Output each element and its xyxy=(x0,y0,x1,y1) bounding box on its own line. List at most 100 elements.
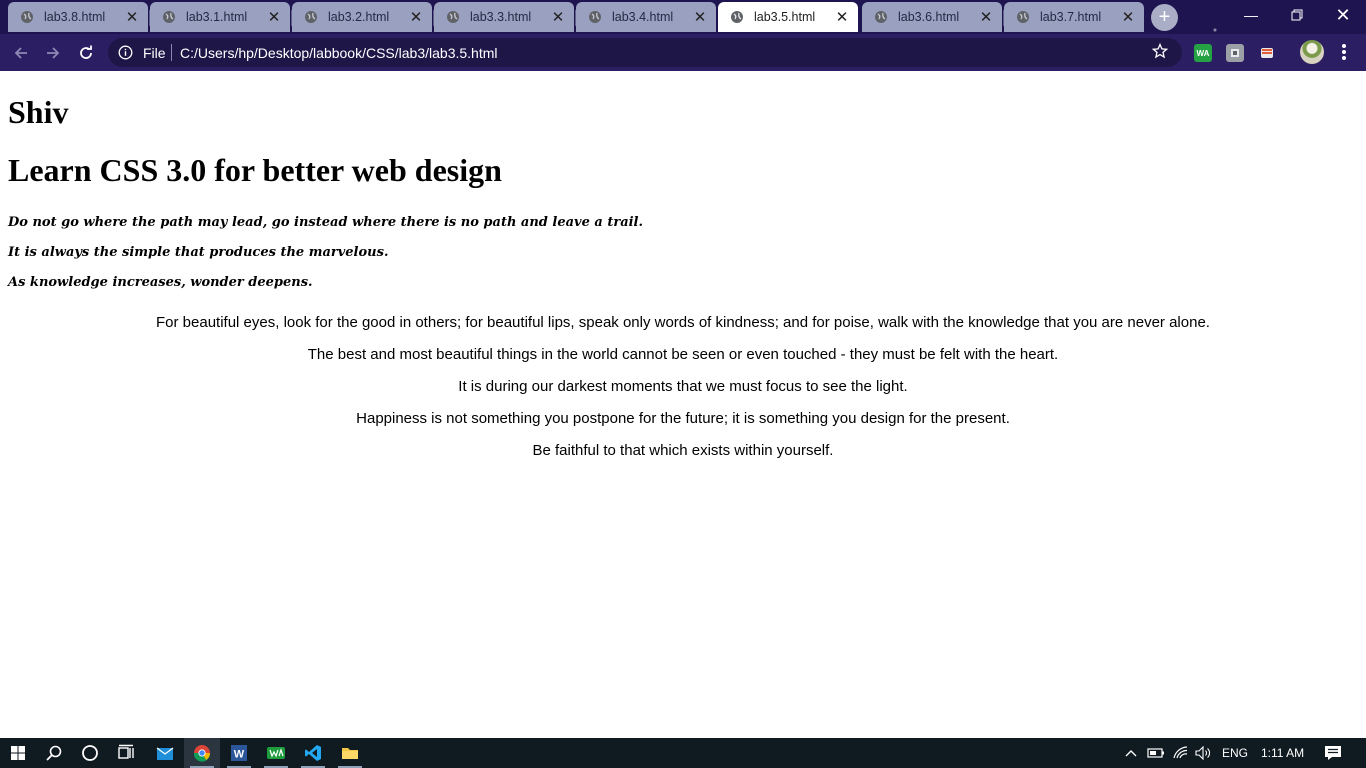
tab-lab3-6[interactable]: lab3.6.html ✕ xyxy=(862,2,1004,32)
url-text[interactable]: C:/Users/hp/Desktop/labbook/CSS/lab3/lab… xyxy=(180,45,498,61)
info-icon[interactable] xyxy=(118,45,133,65)
centered-quote: Be faithful to that which exists within … xyxy=(532,442,834,459)
battery-icon xyxy=(1147,748,1164,758)
windows-logo-icon xyxy=(11,746,25,760)
globe-icon xyxy=(446,10,460,24)
reload-icon xyxy=(80,45,92,59)
tab-label: lab3.1.html xyxy=(186,10,248,24)
menu-dot xyxy=(1342,50,1346,54)
tab-lab3-2[interactable]: lab3.2.html ✕ xyxy=(292,2,434,32)
tab-label: lab3.2.html xyxy=(328,10,390,24)
menu-dot xyxy=(1342,44,1346,48)
volume-button[interactable] xyxy=(1193,738,1215,768)
chrome-icon xyxy=(193,745,211,762)
page-title-heading: Learn CSS 3.0 for better web design xyxy=(8,152,502,188)
tab-lab3-4[interactable]: lab3.4.html ✕ xyxy=(576,2,716,32)
bookmark-star-icon[interactable] xyxy=(1151,42,1169,64)
battery-status-button[interactable] xyxy=(1145,738,1167,768)
globe-icon xyxy=(304,10,318,24)
italic-quote: Do not go where the path may lead, go in… xyxy=(8,215,644,230)
close-icon[interactable]: ✕ xyxy=(265,8,283,26)
close-icon[interactable]: ✕ xyxy=(977,8,995,26)
italic-quote: As knowledge increases, wonder deepens. xyxy=(8,275,313,290)
tab-label: lab3.6.html xyxy=(898,10,960,24)
language-indicator[interactable]: ENG xyxy=(1222,746,1248,760)
forward-button[interactable] xyxy=(40,40,66,66)
restore-button[interactable] xyxy=(1274,0,1320,30)
word-icon: W xyxy=(231,745,247,761)
tab-label: lab3.5.html xyxy=(754,10,816,24)
name-heading: Shiv xyxy=(8,94,69,130)
cortana-button[interactable] xyxy=(72,738,108,768)
taskbar-chrome-app[interactable] xyxy=(184,738,220,768)
taskbar-file-explorer-app[interactable] xyxy=(332,738,368,768)
action-center-button[interactable] xyxy=(1316,738,1350,768)
puzzle-extension-icon[interactable] xyxy=(1226,44,1244,62)
globe-icon xyxy=(874,10,888,24)
tab-lab3-3[interactable]: lab3.3.html ✕ xyxy=(434,2,576,32)
taskbar-whatsapp-app[interactable] xyxy=(258,738,294,768)
back-button[interactable] xyxy=(8,40,34,66)
whatsapp-extension-icon[interactable]: WA xyxy=(1194,44,1212,62)
arrow-left-icon xyxy=(14,47,27,59)
restore-icon xyxy=(1291,9,1303,21)
task-view-button[interactable] xyxy=(108,738,144,768)
browser-toolbar: File C:/Users/hp/Desktop/labbook/CSS/lab… xyxy=(0,34,1366,71)
globe-icon xyxy=(20,10,34,24)
taskbar-word-app[interactable]: W xyxy=(221,738,257,768)
search-icon xyxy=(46,745,62,761)
browser-menu-button[interactable] xyxy=(1337,41,1351,63)
tab-lab3-5[interactable]: lab3.5.html ✕ xyxy=(718,2,858,32)
centered-quote: For beautiful eyes, look for the good in… xyxy=(156,314,1210,331)
browser-tab-strip: lab3.8.html ✕ lab3.1.html ✕ lab3.2.html … xyxy=(0,0,1366,34)
new-tab-button[interactable]: + xyxy=(1151,4,1178,31)
close-icon[interactable]: ✕ xyxy=(833,8,851,26)
windows-taskbar: W ENG 1:11 AM xyxy=(0,738,1366,768)
clock[interactable]: 1:11 AM xyxy=(1261,746,1304,760)
centered-quote: Happiness is not something you postpone … xyxy=(356,410,1010,427)
cortana-circle-icon xyxy=(82,745,98,761)
globe-icon xyxy=(588,10,602,24)
minimize-icon: — xyxy=(1244,7,1258,23)
close-icon[interactable]: ✕ xyxy=(1119,8,1137,26)
search-button[interactable] xyxy=(36,738,72,768)
minimize-button[interactable]: — xyxy=(1228,0,1274,30)
mail-store-icon xyxy=(156,747,174,760)
chevron-up-icon xyxy=(1125,750,1137,757)
tab-label: lab3.7.html xyxy=(1040,10,1102,24)
italic-quote: It is always the simple that produces th… xyxy=(8,245,389,260)
tab-lab3-8[interactable]: lab3.8.html ✕ xyxy=(8,2,150,32)
centered-quote: The best and most beautiful things in th… xyxy=(307,346,1059,363)
network-status-button[interactable] xyxy=(1170,738,1192,768)
globe-icon xyxy=(730,10,744,24)
taskbar-mail-app[interactable] xyxy=(147,738,183,768)
close-icon[interactable]: ✕ xyxy=(691,8,709,26)
arrow-right-icon xyxy=(47,47,60,59)
show-hidden-icons-button[interactable] xyxy=(1121,738,1141,768)
close-icon[interactable]: ✕ xyxy=(123,8,141,26)
close-icon[interactable]: ✕ xyxy=(407,8,425,26)
close-window-button[interactable]: ✕ xyxy=(1320,0,1366,30)
profile-avatar[interactable] xyxy=(1300,40,1324,64)
tab-label: lab3.3.html xyxy=(470,10,532,24)
close-icon: ✕ xyxy=(1335,4,1351,25)
tab-label: lab3.4.html xyxy=(612,10,674,24)
wifi-icon xyxy=(1173,746,1188,759)
tab-lab3-1[interactable]: lab3.1.html ✕ xyxy=(150,2,292,32)
menu-dot xyxy=(1342,56,1346,60)
svg-text:W: W xyxy=(234,749,245,761)
address-bar[interactable]: File C:/Users/hp/Desktop/labbook/CSS/lab… xyxy=(108,38,1182,67)
vscode-icon xyxy=(305,745,321,761)
folder-icon xyxy=(342,748,358,759)
web-page-content: Shiv Learn CSS 3.0 for better web design… xyxy=(0,71,1366,738)
tab-lab3-7[interactable]: lab3.7.html ✕ xyxy=(1004,2,1144,32)
omnibox-divider xyxy=(171,44,172,61)
start-button[interactable] xyxy=(0,738,36,768)
scheme-label: File xyxy=(143,45,166,61)
globe-icon xyxy=(1016,10,1030,24)
close-icon[interactable]: ✕ xyxy=(549,8,567,26)
plus-icon: + xyxy=(1158,6,1171,28)
taskbar-vscode-app[interactable] xyxy=(295,738,331,768)
reload-button[interactable] xyxy=(73,40,99,66)
cast-extension-icon[interactable] xyxy=(1258,44,1276,62)
